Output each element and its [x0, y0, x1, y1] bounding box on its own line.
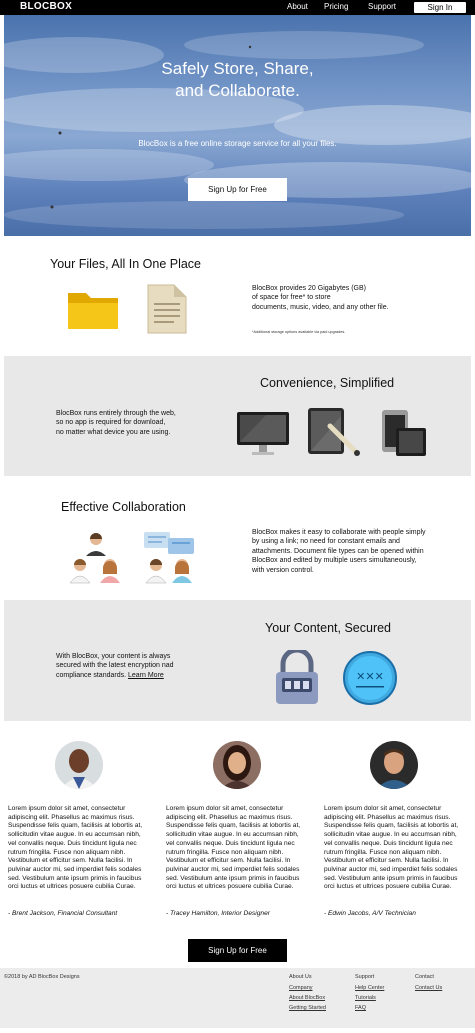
chat-team-icon — [144, 532, 194, 584]
security-desc-line1: With BlocBox, your content is always — [56, 653, 171, 660]
footer-link-help-center[interactable]: Help Center — [355, 985, 384, 991]
footer-link-company[interactable]: Company — [289, 985, 313, 991]
collaboration-description: BlocBox makes it easy to collaborate wit… — [252, 528, 426, 575]
footer-link-tutorials[interactable]: Tutorials — [355, 995, 376, 1001]
hero-title: Safely Store, Share, and Collaborate. — [4, 58, 471, 102]
footer-contact-heading: Contact — [415, 974, 434, 980]
person-photo-icon — [213, 741, 261, 789]
files-desc-line3: documents, music, video, and any other f… — [252, 303, 389, 311]
security-desc-line2: secured with the latest encryption nad — [56, 662, 174, 670]
person-photo-icon — [370, 741, 418, 789]
collab-desc-line4: BlocBox and edited by multiple users sim… — [252, 557, 417, 565]
collab-desc-line2: by using a link; no need for constant em… — [252, 538, 400, 546]
collaboration-heading: Effective Collaboration — [61, 500, 186, 514]
security-section: Your Content, Secured With BlocBox, your… — [4, 600, 471, 721]
nav-link-support[interactable]: Support — [368, 2, 396, 11]
avatar — [213, 741, 261, 789]
desktop-icon — [237, 412, 289, 455]
copyright-text: ©2018 by AD BlocBox Designs — [4, 974, 80, 980]
person-photo-icon — [55, 741, 103, 789]
collaboration-section: Effective Collaboration BlocBox makes it… — [4, 478, 471, 599]
convenience-heading: Convenience, Simplified — [260, 376, 395, 390]
sign-in-button[interactable]: Sign In — [414, 2, 466, 13]
document-icon — [147, 284, 187, 334]
nav-link-about[interactable]: About — [287, 2, 308, 11]
footer-about-heading: About Us — [289, 974, 312, 980]
files-description: BlocBox provides 20 Gigabytes (GB) of sp… — [252, 284, 389, 312]
hero-signup-button[interactable]: Sign Up for Free — [188, 178, 287, 201]
collab-desc-line3: attachments. Document file types can be … — [252, 547, 424, 555]
security-heading: Your Content, Secured — [265, 621, 392, 635]
testimonial-text: Lorem ipsum dolor sit amet, consectetur … — [166, 805, 301, 891]
convenience-section: Convenience, Simplified BlocBox runs ent… — [4, 356, 471, 476]
padlock-icon — [276, 650, 318, 704]
hero-banner: Safely Store, Share, and Collaborate. Bl… — [4, 15, 471, 236]
bottom-signup-button[interactable]: Sign Up for Free — [188, 939, 287, 962]
learn-more-link[interactable]: Learn More — [128, 672, 164, 679]
svg-text:✕✕✕: ✕✕✕ — [356, 670, 384, 683]
folder-icon — [68, 293, 118, 329]
files-heading: Your Files, All In One Place — [50, 257, 202, 271]
avatar — [370, 741, 418, 789]
hero-subtitle: BlocBox is a free online storage service… — [138, 139, 337, 148]
tablet-icon — [308, 408, 360, 456]
testimonial-text: Lorem ipsum dolor sit amet, consectetur … — [324, 805, 459, 891]
footer-support-heading: Support — [355, 974, 375, 980]
security-description: With BlocBox, your content is always sec… — [56, 652, 174, 680]
storage-footnote: *Additional storage options available vi… — [252, 330, 346, 334]
footer: ©2018 by AD BlocBox Designs About Us Com… — [0, 968, 475, 1028]
files-section: Your Files, All In One Place BlocBox pro… — [4, 237, 471, 355]
testimonial-author: - Tracey Hamilton, Interior Designer — [166, 910, 270, 917]
nav-link-pricing[interactable]: Pricing — [324, 2, 348, 11]
footer-link-about-blocbox[interactable]: About BlocBox — [289, 995, 325, 1001]
testimonial-text: Lorem ipsum dolor sit amet, consectetur … — [8, 805, 143, 891]
collab-desc-line1: BlocBox makes it easy to collaborate wit… — [252, 529, 426, 536]
top-navbar: BLOCBOX About Pricing Support Sign In — [0, 0, 475, 15]
testimonial-author: - Brent Jackson, Financial Consultant — [8, 910, 118, 917]
footer-link-contact-us[interactable]: Contact Us — [415, 985, 442, 991]
avatar — [55, 741, 103, 789]
hero-title-line2: and Collaborate. — [175, 81, 300, 100]
team-icon — [69, 533, 120, 584]
files-desc-line1: BlocBox provides 20 Gigabytes (GB) — [252, 285, 366, 292]
password-icon: ✕✕✕ — [343, 651, 397, 705]
testimonial-author: - Edwin Jacobs, A/V Technician — [324, 910, 416, 917]
phone-tablet-icon — [382, 410, 426, 456]
hero-title-line1: Safely Store, Share, — [161, 59, 314, 78]
convenience-desc-line2: so no app is required for download, — [56, 419, 166, 427]
convenience-desc-line1: BlocBox runs entirely through the web, — [56, 410, 176, 417]
security-desc-line3: compliance standards. — [56, 671, 127, 679]
sky-clouds-background — [4, 31, 471, 229]
convenience-description: BlocBox runs entirely through the web, s… — [56, 409, 176, 437]
files-desc-line2: of space for free* to store — [252, 294, 331, 302]
footer-link-faq[interactable]: FAQ — [355, 1005, 366, 1011]
collab-desc-line5: with version control. — [252, 566, 314, 574]
convenience-desc-line3: no matter what device you are using. — [56, 428, 171, 436]
brand-logo[interactable]: BLOCBOX — [20, 1, 72, 12]
footer-link-getting-started[interactable]: Getting Started — [289, 1005, 326, 1011]
